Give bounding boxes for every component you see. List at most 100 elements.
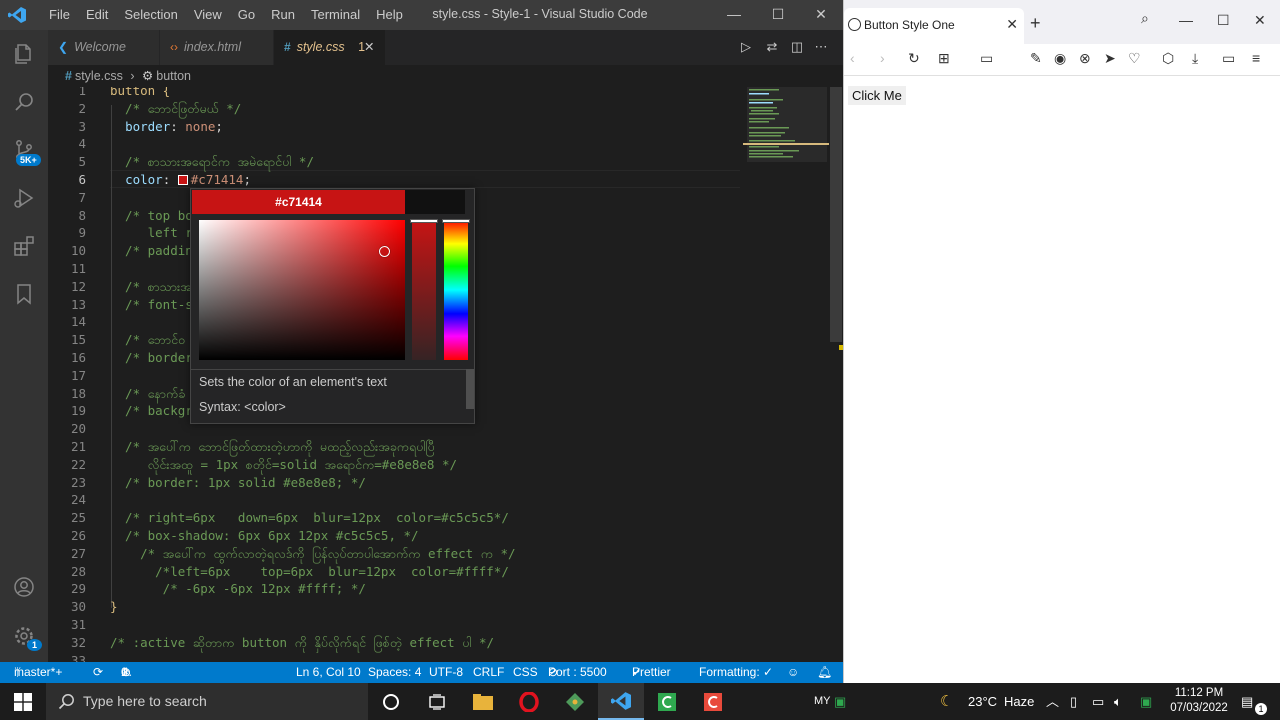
minimap[interactable] bbox=[743, 87, 829, 662]
code-line[interactable]: /* စာသားအ bbox=[110, 278, 192, 296]
camtasia-green-icon[interactable] bbox=[644, 683, 690, 720]
battery-icon[interactable]: ▭ bbox=[1092, 683, 1104, 720]
device-icon[interactable]: ▯ bbox=[1070, 683, 1077, 720]
breadcrumb-symbol[interactable]: button bbox=[156, 69, 191, 83]
weather-moon-icon[interactable]: ☾ bbox=[940, 683, 953, 720]
split-editor-icon[interactable]: ◫ bbox=[789, 39, 805, 55]
hue-strip[interactable] bbox=[444, 220, 468, 360]
weather-temp[interactable]: 23°C bbox=[968, 683, 997, 720]
code-line[interactable]: /* backgr bbox=[110, 402, 193, 420]
code-line[interactable]: /* စာသားအရောင်က အမဲရောင်ပါ */ bbox=[110, 153, 314, 171]
sync-icon[interactable]: ⟳ bbox=[93, 662, 103, 683]
click-me-button[interactable]: Click Me bbox=[848, 86, 906, 105]
picked-color-header[interactable]: #c71414 bbox=[192, 190, 405, 214]
search-icon[interactable]: ⌕ bbox=[1141, 10, 1149, 26]
saturation-knob[interactable] bbox=[379, 246, 390, 257]
menu-edit[interactable]: Edit bbox=[78, 0, 116, 30]
cortana-icon[interactable] bbox=[368, 683, 414, 720]
speed-dial-icon[interactable]: ⊞ bbox=[938, 50, 950, 66]
settings-gear-icon[interactable]: 1 bbox=[0, 612, 48, 660]
opacity-slider-handle[interactable] bbox=[410, 219, 438, 223]
box-icon[interactable]: ⬡ bbox=[1162, 50, 1174, 66]
menu-run[interactable]: Run bbox=[263, 0, 303, 30]
code-line[interactable]: /* -6px -6px 12px #ffff; */ bbox=[110, 580, 366, 598]
download-icon[interactable]: ⤓ bbox=[1192, 50, 1198, 66]
cursor-position[interactable]: Ln 6, Col 10 bbox=[296, 662, 361, 683]
close-icon[interactable]: ✕ bbox=[1254, 12, 1266, 28]
editor-scrollbar[interactable] bbox=[829, 87, 843, 662]
back-icon[interactable]: ‹ bbox=[850, 50, 855, 66]
code-line[interactable]: လိုင်းအထူ = 1px စတိုင်=solid အရောင်က=#e8… bbox=[110, 456, 457, 474]
code-line[interactable]: /* top bo bbox=[110, 207, 193, 225]
notifications-bell-icon[interactable]: 🔔︎ bbox=[817, 662, 832, 683]
end-of-line[interactable]: CRLF bbox=[473, 662, 504, 683]
action-center-icon[interactable]: ▤ bbox=[1241, 683, 1253, 720]
weather-desc[interactable]: Haze bbox=[1004, 683, 1034, 720]
heart-icon[interactable]: ♡ bbox=[1128, 50, 1141, 66]
code-line[interactable]: /* ဘောင်ဝ bbox=[110, 331, 185, 349]
code-line[interactable]: left ri bbox=[110, 224, 201, 242]
indentation[interactable]: Spaces: 4 bbox=[368, 662, 421, 683]
vscode-taskbar-icon[interactable] bbox=[598, 683, 644, 720]
edit-icon[interactable]: ✎ bbox=[1030, 50, 1042, 66]
forward-icon[interactable]: › bbox=[880, 50, 885, 66]
file-explorer-icon[interactable] bbox=[460, 683, 506, 720]
more-actions-icon[interactable]: ⋯ bbox=[813, 39, 829, 55]
minimize-icon[interactable]: — bbox=[1179, 12, 1193, 28]
close-tab-icon[interactable]: ✕ bbox=[1006, 16, 1018, 33]
code-line[interactable]: /* ဘောင်ဖြတ်မယ် */ bbox=[110, 100, 241, 118]
compare-changes-icon[interactable]: ⇄ bbox=[764, 39, 780, 55]
color-swatch[interactable] bbox=[177, 175, 188, 185]
opacity-strip[interactable] bbox=[412, 220, 436, 360]
code-line[interactable]: button { bbox=[110, 87, 170, 100]
original-color-swatch[interactable] bbox=[405, 190, 465, 214]
code-line[interactable]: /* border bbox=[110, 349, 193, 367]
system-clock[interactable]: 11:12 PM 07/03/2022 bbox=[1168, 686, 1230, 716]
menu-file[interactable]: File bbox=[41, 0, 78, 30]
explorer-icon[interactable] bbox=[0, 30, 48, 78]
code-line[interactable]: /* font-s bbox=[110, 296, 193, 314]
menu-terminal[interactable]: Terminal bbox=[303, 0, 368, 30]
camtasia-red-icon[interactable] bbox=[690, 683, 736, 720]
tab-style-css[interactable]: # style.css 1 ✕ bbox=[274, 30, 386, 65]
hue-slider-handle[interactable] bbox=[442, 219, 470, 223]
code-line[interactable]: /* :active ဆိုတာက button ကို နှိပ်လိုက်ရ… bbox=[110, 634, 494, 652]
send-icon[interactable]: ➤ bbox=[1104, 50, 1116, 66]
accounts-icon[interactable] bbox=[0, 563, 48, 611]
opera-icon[interactable] bbox=[506, 683, 552, 720]
language-mode[interactable]: CSS bbox=[513, 662, 538, 683]
vpn-icon[interactable]: ▭ bbox=[980, 50, 993, 66]
search-icon[interactable] bbox=[0, 78, 48, 126]
task-view-icon[interactable] bbox=[414, 683, 460, 720]
code-line[interactable]: } bbox=[110, 598, 118, 616]
git-app-icon[interactable] bbox=[552, 683, 598, 720]
taskbar-search[interactable]: Type here to search bbox=[46, 683, 368, 720]
tab-welcome[interactable]: ❮ Welcome bbox=[48, 30, 160, 65]
code-line[interactable]: /* အပေါ်က ဘောင်ဖြတ်ထားတဲ့ဟာကို မထည့်လည်း… bbox=[110, 438, 435, 456]
encoding[interactable]: UTF-8 bbox=[429, 662, 463, 683]
minimize-button[interactable]: — bbox=[712, 0, 756, 30]
feedback-icon[interactable]: ☺ bbox=[787, 662, 799, 683]
code-line[interactable]: /* border: 1px solid #e8e8e8; */ bbox=[110, 474, 366, 492]
menu-go[interactable]: Go bbox=[230, 0, 263, 30]
keyboard-layout-icon[interactable]: ▣ bbox=[1140, 683, 1152, 720]
code-line[interactable]: border: none; bbox=[110, 118, 223, 136]
tab-close-icon[interactable]: ✕ bbox=[364, 30, 374, 65]
keyboard-app-icon[interactable]: ▣ bbox=[834, 683, 846, 720]
bookmark-icon[interactable] bbox=[0, 270, 48, 318]
maximize-icon[interactable]: ☐ bbox=[1217, 12, 1230, 28]
start-button[interactable] bbox=[0, 683, 46, 720]
tab-index-html[interactable]: ‹› index.html bbox=[160, 30, 274, 65]
battery-icon[interactable]: ▭ bbox=[1222, 50, 1235, 66]
menu-selection[interactable]: Selection bbox=[116, 0, 185, 30]
browser-tab[interactable]: Button Style One ✕ bbox=[844, 8, 1024, 44]
code-line[interactable]: /* အပေါ်က ထွက်လာတဲ့ရလဒ်ကို ပြန်လုပ်တာပါအ… bbox=[110, 545, 515, 563]
run-debug-icon[interactable] bbox=[0, 174, 48, 222]
code-line[interactable]: color: #c71414; bbox=[110, 171, 251, 189]
reload-icon[interactable]: ↻ bbox=[908, 50, 920, 66]
source-control-icon[interactable]: 5K+ bbox=[0, 126, 48, 174]
input-language[interactable]: MY bbox=[814, 683, 831, 720]
code-line[interactable]: /* နောက်ခံ bbox=[110, 385, 185, 403]
extensions-icon[interactable] bbox=[0, 222, 48, 270]
camera-icon[interactable]: ◉ bbox=[1054, 50, 1066, 66]
